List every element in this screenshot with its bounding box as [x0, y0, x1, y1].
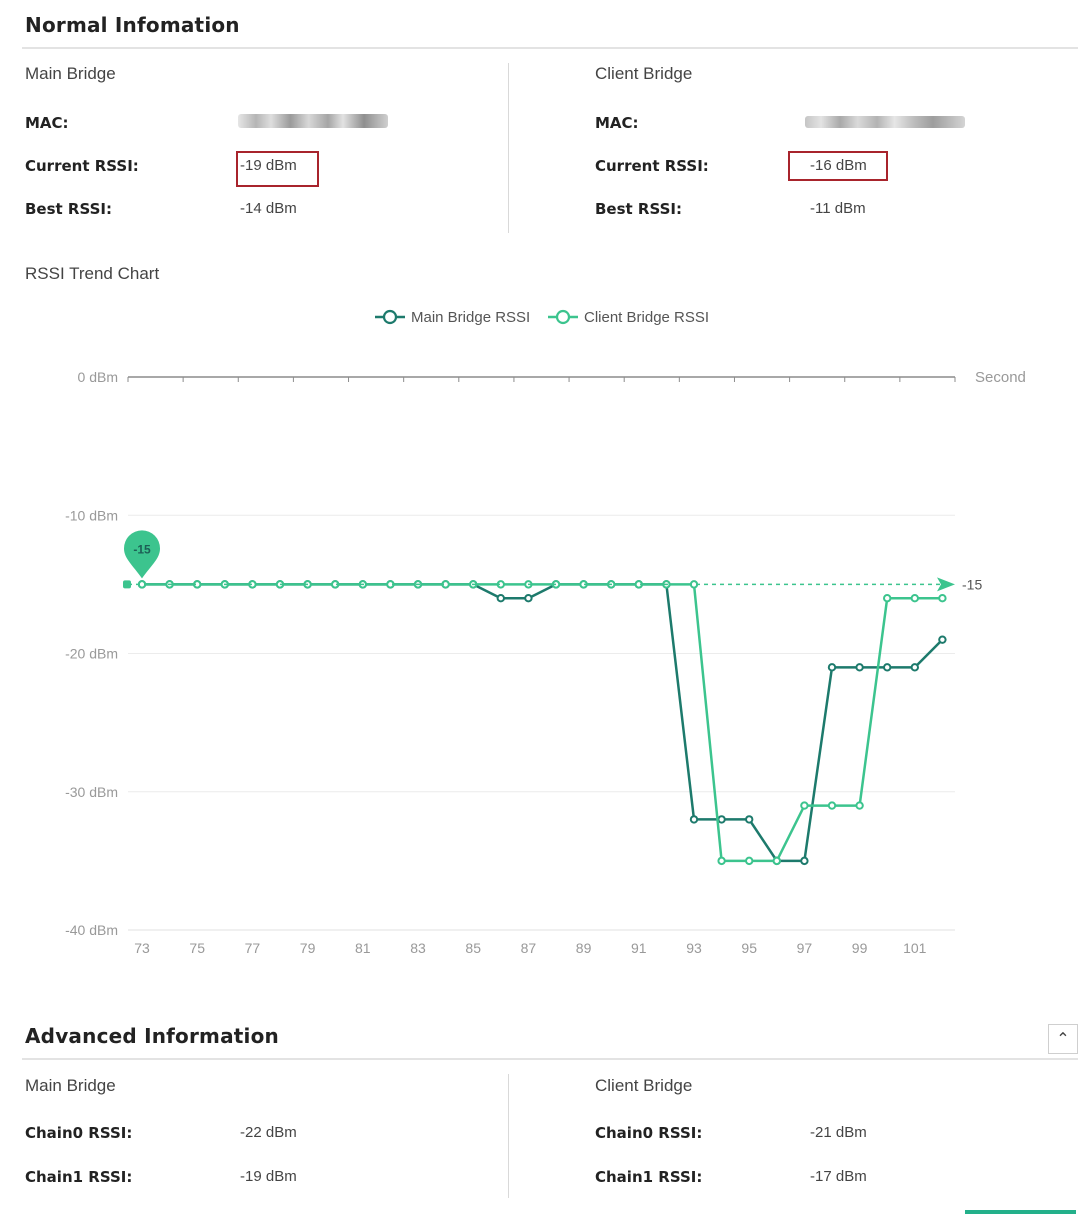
main-current-rssi-highlight — [236, 151, 319, 187]
chart-legend: Main Bridge RSSI Client Bridge RSSI — [375, 309, 709, 326]
x-tick-label: 83 — [410, 940, 426, 956]
adv-client-chain0-label: Chain0 RSSI: — [595, 1124, 703, 1142]
x-tick-label: 99 — [852, 940, 868, 956]
data-point — [910, 594, 919, 603]
x-tick-label: 73 — [134, 940, 150, 956]
data-point — [800, 801, 809, 810]
y-tick-label: -20 dBm — [65, 646, 118, 662]
client-best-rssi-label: Best RSSI: — [595, 200, 682, 218]
bottom-accent-bar — [965, 1210, 1076, 1214]
mark-line-start-square — [123, 580, 131, 589]
main-best-rssi-value: -14 dBm — [240, 200, 297, 217]
data-point — [938, 594, 947, 603]
double-chevron-up-icon: ⌃ — [1056, 1031, 1070, 1048]
rssi-trend-chart-title: RSSI Trend Chart — [25, 264, 160, 283]
y-tick-label: 0 dBm — [78, 369, 118, 385]
adv-client-chain1-value: -17 dBm — [810, 1168, 867, 1185]
series-line-main — [142, 583, 944, 863]
legend-label-client: Client Bridge RSSI — [584, 309, 709, 326]
mark-line-label: -15 — [962, 576, 982, 592]
advanced-info-title: Advanced Information — [25, 1024, 279, 1048]
x-tick-label: 75 — [189, 940, 205, 956]
normal-info-divider — [22, 47, 1078, 49]
client-bridge-title: Client Bridge — [595, 64, 693, 83]
x-tick-label: 87 — [521, 940, 537, 956]
chart-series — [137, 580, 947, 866]
chart-grid — [128, 514, 955, 931]
adv-client-chain0-value: -21 dBm — [810, 1124, 867, 1141]
legend-marker-main — [382, 309, 398, 325]
adv-main-chain1-value: -19 dBm — [240, 1168, 297, 1185]
adv-client-bridge-title: Client Bridge — [595, 1076, 693, 1095]
mark-point-label: -15 — [133, 542, 151, 556]
adv-main-chain1-label: Chain1 RSSI: — [25, 1168, 133, 1186]
chart-axes: 0 dBm -10 dBm -20 dBm -30 dBm -40 dBm Second 7… — [65, 369, 1026, 956]
client-current-rssi-label: Current RSSI: — [595, 157, 709, 175]
x-tick-label: 81 — [355, 940, 371, 956]
data-point — [855, 801, 864, 810]
x-tick-label: 79 — [300, 940, 316, 956]
data-point — [827, 801, 837, 810]
data-point — [855, 663, 864, 672]
column-divider — [508, 63, 509, 233]
adv-main-bridge-title: Main Bridge — [25, 1076, 116, 1095]
data-point — [827, 663, 837, 672]
x-tick-label: 97 — [797, 940, 813, 956]
legend-marker-client — [555, 309, 571, 325]
series-line-client — [142, 583, 943, 863]
normal-info-title: Normal Infomation — [25, 13, 240, 37]
data-point — [524, 594, 533, 603]
client-mac-label: MAC: — [595, 114, 639, 132]
x-unit-label: Second — [975, 369, 1026, 386]
advanced-column-divider — [508, 1074, 509, 1198]
legend-label-main: Main Bridge RSSI — [411, 309, 530, 326]
main-best-rssi-label: Best RSSI: — [25, 200, 112, 218]
x-tick-label: 85 — [465, 940, 481, 956]
data-point — [745, 856, 754, 866]
client-best-rssi-value: -11 dBm — [810, 200, 866, 217]
x-tick-label: 89 — [576, 940, 592, 956]
client-current-rssi-highlight — [788, 151, 888, 181]
x-tick-label: 101 — [903, 940, 927, 956]
y-tick-label: -40 dBm — [65, 922, 118, 938]
x-tick-label: 95 — [741, 940, 757, 956]
x-tick-label: 93 — [686, 940, 702, 956]
adv-client-chain1-label: Chain1 RSSI: — [595, 1168, 703, 1186]
y-tick-label: -10 dBm — [65, 507, 118, 523]
adv-main-chain0-value: -22 dBm — [240, 1124, 297, 1141]
collapse-button[interactable]: ⌃ — [1048, 1024, 1078, 1054]
main-mac-value-redacted — [238, 114, 388, 128]
data-point — [938, 635, 947, 644]
data-point — [800, 856, 809, 866]
client-mac-value-redacted — [805, 116, 965, 128]
main-bridge-title: Main Bridge — [25, 64, 116, 83]
data-point — [883, 594, 892, 603]
x-tick-label: 77 — [245, 940, 261, 956]
data-point — [689, 815, 699, 824]
data-point — [717, 815, 726, 824]
adv-main-chain0-label: Chain0 RSSI: — [25, 1124, 133, 1142]
data-point — [883, 663, 892, 672]
data-point — [496, 594, 505, 603]
main-mac-label: MAC: — [25, 114, 69, 132]
data-point — [745, 815, 754, 824]
data-point — [717, 856, 726, 866]
data-point — [772, 856, 781, 866]
data-point — [910, 663, 919, 672]
main-current-rssi-label: Current RSSI: — [25, 157, 139, 175]
y-tick-label: -30 dBm — [65, 784, 118, 800]
x-tick-label: 91 — [631, 940, 647, 956]
advanced-info-divider — [22, 1058, 1078, 1060]
rssi-trend-chart: Main Bridge RSSI Client Bridge RSSI 0 dBm… — [65, 309, 1026, 956]
